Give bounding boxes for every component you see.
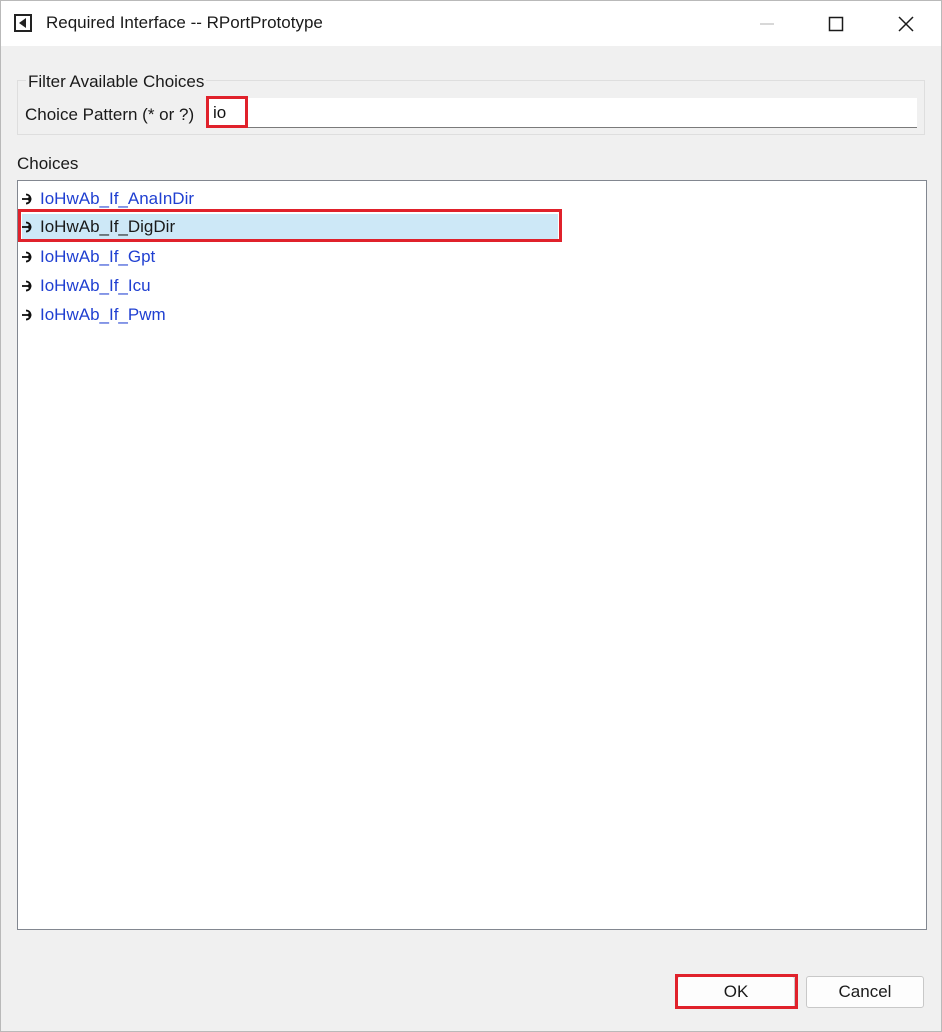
interface-port-icon — [22, 248, 40, 266]
list-item-label: IoHwAb_If_Gpt — [40, 247, 156, 266]
choice-pattern-input[interactable] — [206, 98, 917, 128]
list-item-label: IoHwAb_If_DigDir — [40, 217, 176, 236]
minimize-button[interactable] — [732, 1, 802, 46]
list-item-selected[interactable]: IoHwAb_If_DigDir — [22, 214, 558, 240]
choice-pattern-label: Choice Pattern (* or ?) — [25, 105, 195, 124]
list-item-label: IoHwAb_If_AnaInDir — [40, 189, 195, 208]
dialog-window: Required Interface -- RPortPrototype Fil… — [0, 0, 942, 1032]
list-item[interactable]: IoHwAb_If_Icu — [22, 273, 558, 299]
list-item[interactable]: IoHwAb_If_Gpt — [22, 244, 558, 270]
choices-label: Choices — [17, 154, 79, 173]
left-arrow-box-icon — [14, 14, 32, 32]
filter-group-legend: Filter Available Choices — [26, 72, 207, 92]
close-button[interactable] — [871, 1, 941, 46]
choices-list[interactable]: IoHwAb_If_AnaInDir IoHwAb_If_DigDir IoHw… — [17, 180, 927, 930]
list-item-label: IoHwAb_If_Icu — [40, 276, 151, 295]
interface-port-icon — [22, 190, 40, 208]
cancel-button[interactable]: Cancel — [806, 976, 924, 1008]
title-bar: Required Interface -- RPortPrototype — [1, 1, 941, 46]
maximize-button[interactable] — [801, 1, 871, 46]
interface-port-icon — [22, 306, 40, 324]
minimize-icon — [760, 22, 774, 25]
list-item[interactable]: IoHwAb_If_AnaInDir — [22, 186, 558, 212]
maximize-icon — [828, 16, 844, 31]
ok-button[interactable]: OK — [677, 976, 795, 1008]
close-icon — [898, 15, 914, 32]
list-item[interactable]: IoHwAb_If_Pwm — [22, 302, 558, 328]
interface-port-icon — [22, 218, 40, 236]
list-item-label: IoHwAb_If_Pwm — [40, 305, 166, 324]
interface-port-icon — [22, 277, 40, 295]
window-title: Required Interface -- RPortPrototype — [46, 13, 323, 32]
